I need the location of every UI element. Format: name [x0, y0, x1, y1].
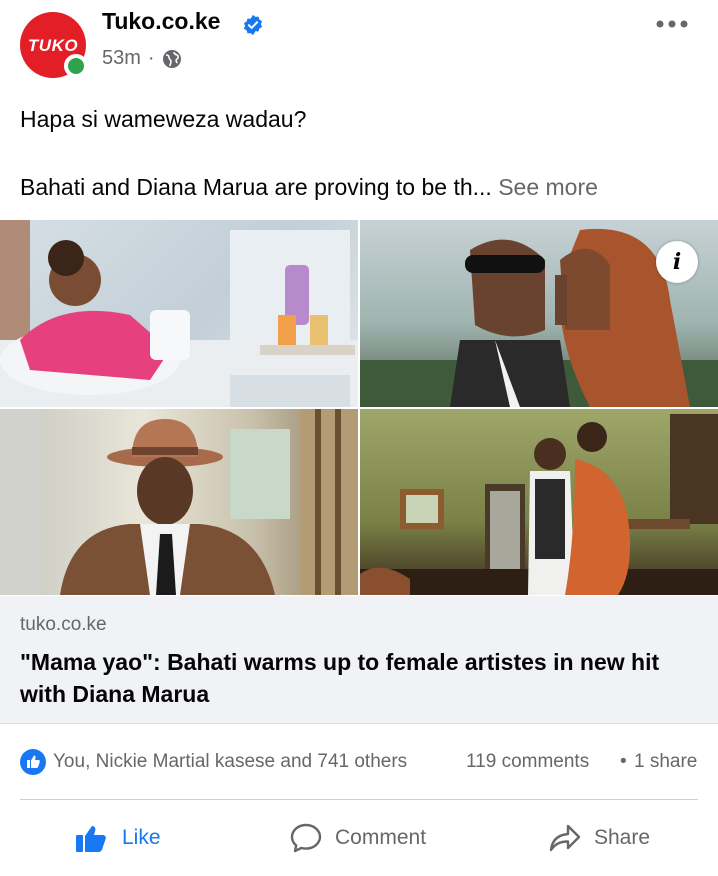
post-text-line-1: Hapa si wameweza wadau? — [20, 106, 307, 132]
post-text-line-2: Bahati and Diana Marua are proving to be… — [20, 174, 598, 201]
post-meta: 53m · — [102, 47, 182, 70]
photo-dance-art — [360, 414, 718, 595]
comment-label: Comment — [335, 826, 427, 849]
link-preview[interactable]: tuko.co.ke "Mama yao": Bahati warms up t… — [0, 596, 718, 724]
post-header: TUKO Tuko.co.ke 53m · — [0, 0, 718, 90]
photo-hat[interactable] — [0, 409, 358, 595]
link-title[interactable]: "Mama yao": Bahati warms up to female ar… — [20, 646, 710, 710]
engagement-stats: You, Nickie Martial kasese and 741 other… — [0, 746, 718, 780]
like-reaction-icon[interactable] — [20, 749, 46, 775]
post-time[interactable]: 53m — [102, 47, 141, 70]
photo-hospital-bed[interactable] — [0, 220, 358, 407]
share-button[interactable]: Share — [548, 816, 650, 860]
comment-button[interactable]: Comment — [289, 816, 426, 860]
verified-badge-icon — [243, 14, 263, 36]
thumbs-up-icon — [76, 826, 106, 852]
photo-dance[interactable] — [360, 409, 718, 595]
page-name[interactable]: Tuko.co.ke — [102, 8, 220, 35]
more-options-icon[interactable] — [652, 14, 692, 34]
share-arrow-icon — [549, 824, 581, 852]
reactors-text[interactable]: You, Nickie Martial kasese and 741 other… — [53, 751, 407, 773]
post-text-truncated: Bahati and Diana Marua are proving to be… — [20, 174, 492, 200]
comment-bubble-icon — [290, 823, 322, 853]
share-label: Share — [594, 826, 651, 849]
meta-separator: · — [147, 47, 155, 69]
link-domain: tuko.co.ke — [20, 614, 107, 635]
shares-count[interactable]: 1 share — [634, 751, 697, 773]
photo-hat-art — [0, 409, 358, 595]
online-status-dot — [64, 54, 88, 78]
stats-separator: • — [620, 751, 627, 772]
like-button[interactable]: Like — [74, 816, 161, 860]
tuko-logo: TUKO — [27, 36, 79, 55]
info-icon[interactable]: i — [656, 241, 698, 283]
actions-divider — [20, 799, 698, 800]
photo-hospital-bed-art — [0, 220, 358, 407]
like-label: Like — [122, 826, 161, 849]
comments-count[interactable]: 119 comments — [466, 751, 589, 773]
see-more-link[interactable]: See more — [498, 174, 598, 200]
globe-icon — [162, 49, 181, 68]
